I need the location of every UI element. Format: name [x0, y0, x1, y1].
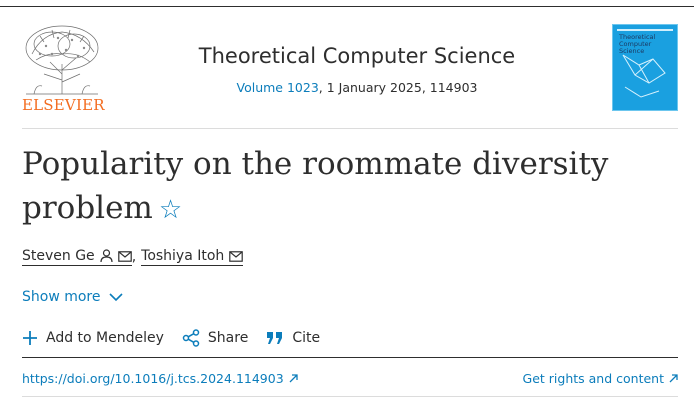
mendeley-label: Add to Mendeley [46, 330, 164, 346]
bottom-divider [22, 396, 678, 397]
volume-link[interactable]: Volume 1023 [237, 80, 319, 95]
show-more-button[interactable]: Show more [22, 289, 123, 305]
quote-icon [267, 332, 283, 344]
cite-button[interactable]: Cite [266, 330, 320, 346]
article-title-text: Popularity on the roommate diversity pro… [22, 146, 609, 226]
issue-details: , 1 January 2025, 114903 [318, 80, 478, 95]
share-icon [182, 329, 200, 347]
add-to-mendeley-button[interactable]: Add to Mendeley [22, 330, 164, 346]
issue-info: Volume 1023, 1 January 2025, 114903 [150, 80, 564, 95]
chevron-down-icon [108, 292, 123, 301]
article-actions: Add to Mendeley Share Cite [22, 329, 338, 347]
share-button[interactable]: Share [182, 329, 248, 347]
author-separator: , [131, 249, 137, 265]
doi-text: https://doi.org/10.1016/j.tcs.2024.11490… [22, 371, 284, 386]
show-more-label: Show more [22, 289, 101, 305]
share-label: Share [207, 330, 249, 346]
cover-graph-art [622, 54, 666, 98]
mail-icon [117, 250, 132, 262]
person-icon [100, 249, 113, 263]
star-icon[interactable]: ☆ [159, 195, 182, 225]
author-list: Steven Ge , Toshiya Itoh [22, 248, 244, 266]
get-rights-link[interactable]: Get rights and content [523, 371, 678, 386]
author-link[interactable]: Steven Ge [22, 248, 132, 266]
cite-label: Cite [292, 330, 321, 346]
article-title: Popularity on the roommate diversity pro… [22, 142, 662, 232]
author-link[interactable]: Toshiya Itoh [141, 248, 244, 266]
journal-title[interactable]: Theoretical Computer Science [150, 44, 564, 68]
external-link-arrow-icon [669, 374, 678, 383]
header-divider [22, 128, 678, 129]
mail-icon [229, 250, 244, 262]
rights-text: Get rights and content [522, 371, 664, 386]
author-name: Toshiya Itoh [141, 248, 225, 264]
external-link-arrow-icon [289, 374, 298, 383]
doi-link[interactable]: https://doi.org/10.1016/j.tcs.2024.11490… [22, 371, 298, 386]
actions-divider [22, 357, 678, 358]
journal-cover-thumbnail[interactable]: Theoretical Computer Science [612, 24, 678, 111]
top-rule [0, 6, 694, 7]
plus-icon [23, 331, 37, 345]
elsevier-wordmark[interactable]: ELSEVIER [22, 96, 105, 114]
author-name: Steven Ge [22, 248, 95, 264]
